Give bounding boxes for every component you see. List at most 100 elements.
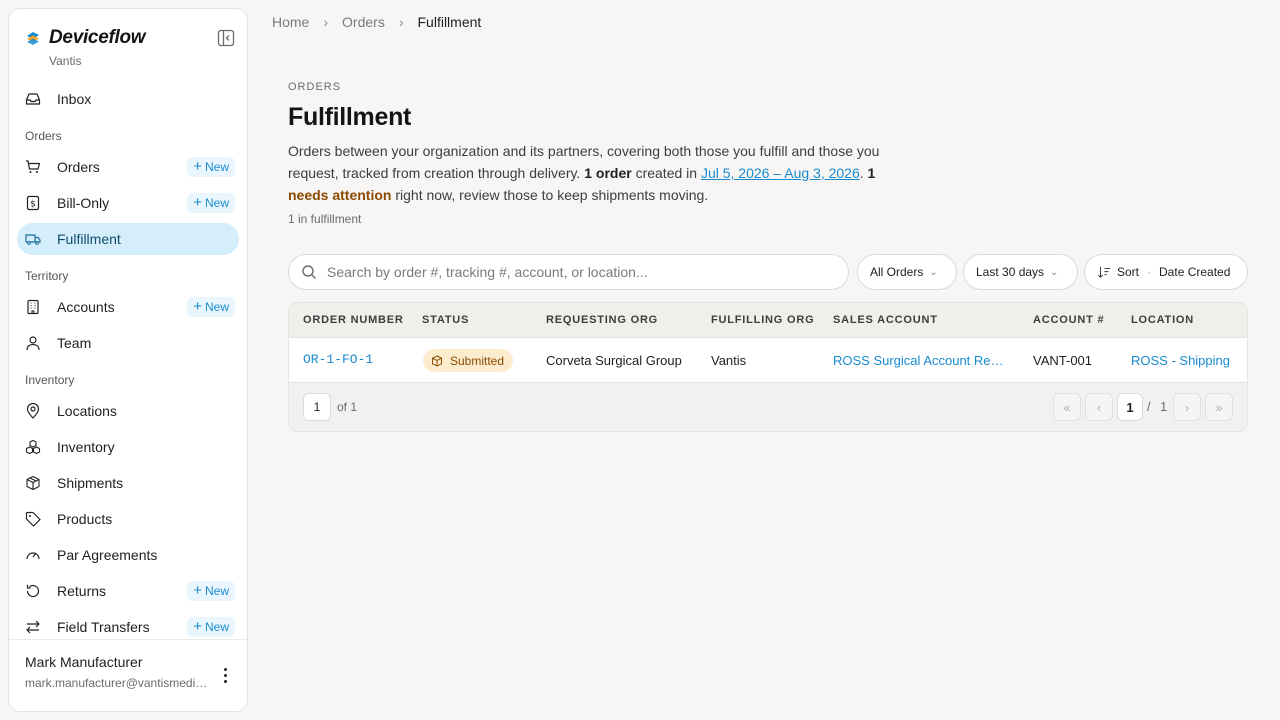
sidebar-item-orders[interactable]: Orders + New: [17, 151, 239, 183]
next-page-button[interactable]: ›: [1173, 393, 1201, 421]
scope-filter-dropdown[interactable]: All Orders ⌄: [857, 254, 957, 290]
map-pin-icon: [25, 403, 41, 419]
table-header: ORDER NUMBER STATUS REQUESTING ORG FULFI…: [289, 303, 1247, 338]
desc-text: created in: [631, 165, 701, 181]
plus-icon: +: [193, 158, 202, 175]
brand[interactable]: Deviceflow: [25, 27, 146, 49]
plus-icon: +: [193, 618, 202, 635]
page-description: Orders between your organization and its…: [288, 140, 898, 206]
total-pages: 1: [1160, 399, 1168, 414]
chevron-right-icon: ›: [398, 14, 404, 30]
last-page-button[interactable]: »: [1205, 393, 1233, 421]
column-header-order-number[interactable]: ORDER NUMBER: [303, 314, 404, 326]
new-account-button[interactable]: + New: [187, 297, 235, 317]
sidebar-item-fulfillment[interactable]: Fulfillment: [17, 223, 239, 255]
page-number-input[interactable]: 1: [303, 393, 331, 421]
prev-page-button[interactable]: ‹: [1085, 393, 1113, 421]
user-profile[interactable]: Mark Manufacturer mark.manufacturer@vant…: [9, 639, 247, 711]
sidebar-item-label: Products: [57, 511, 113, 527]
boxes-icon: [25, 439, 41, 455]
sidebar-item-label: Returns: [57, 583, 107, 599]
scope-filter-value: All Orders: [870, 265, 924, 279]
column-header-fulfilling-org[interactable]: FULFILLING ORG: [711, 314, 814, 326]
sidebar-item-locations[interactable]: Locations: [17, 395, 239, 427]
sidebar-item-inbox[interactable]: Inbox: [17, 83, 239, 115]
date-range-dropdown[interactable]: Last 30 days ⌄: [963, 254, 1078, 290]
sidebar-item-returns[interactable]: Returns + New: [17, 575, 239, 607]
sort-label: Sort: [1117, 265, 1140, 279]
sidebar-item-accounts[interactable]: Accounts + New: [17, 291, 239, 323]
gauge-icon: [25, 547, 41, 563]
new-return-button[interactable]: + New: [187, 581, 235, 601]
sidebar-item-label: Fulfillment: [57, 231, 121, 247]
date-range-link[interactable]: Jul 5, 2026 – Aug 3, 2026: [701, 165, 860, 181]
sidebar-item-label: Field Transfers: [57, 619, 150, 635]
new-order-button[interactable]: + New: [187, 157, 235, 177]
column-header-sales-account[interactable]: SALES ACCOUNT: [833, 314, 938, 326]
plus-icon: +: [193, 582, 202, 599]
brand-name: Deviceflow: [49, 27, 146, 48]
desc-text: right now, review those to keep shipment…: [391, 187, 709, 203]
user-icon: [25, 335, 41, 351]
breadcrumb-home[interactable]: Home: [272, 14, 309, 30]
sidebar-item-inventory[interactable]: Inventory: [17, 431, 239, 463]
sort-value: Date Created: [1159, 265, 1231, 279]
column-header-requesting-org[interactable]: REQUESTING ORG: [546, 314, 658, 326]
search-input[interactable]: [327, 264, 807, 280]
sidebar-item-shipments[interactable]: Shipments: [17, 467, 239, 499]
new-label: New: [204, 300, 229, 314]
plus-icon: +: [193, 298, 202, 315]
orders-table: ORDER NUMBER STATUS REQUESTING ORG FULFI…: [288, 302, 1248, 432]
order-number-link[interactable]: OR-1-FO-1: [303, 352, 373, 367]
plus-icon: +: [193, 194, 202, 211]
chevron-down-icon: ⌄: [929, 266, 938, 278]
page-separator: /: [1147, 399, 1151, 414]
truck-icon: [25, 231, 41, 247]
sales-account-link[interactable]: ROSS Surgical Account Request: [833, 353, 1008, 368]
org-name: Vantis: [49, 54, 82, 68]
search-icon: [302, 265, 316, 279]
current-page: 1: [1117, 393, 1143, 421]
sidebar: Deviceflow Vantis Inbox Orders Orders + N…: [8, 8, 248, 712]
location-link[interactable]: ROSS - Shipping: [1131, 353, 1230, 368]
new-label: New: [204, 160, 229, 174]
order-count: 1 order: [584, 165, 632, 181]
rotate-ccw-icon: [25, 583, 41, 599]
inbox-icon: [25, 91, 41, 107]
new-bill-only-button[interactable]: + New: [187, 193, 235, 213]
status-badge: Submitted: [423, 349, 514, 372]
more-vertical-icon[interactable]: [217, 666, 233, 684]
breadcrumb: Home › Orders › Fulfillment: [272, 14, 481, 30]
sidebar-item-label: Orders: [57, 159, 100, 175]
building-icon: [25, 299, 41, 315]
sidebar-item-label: Shipments: [57, 475, 124, 491]
needs-attention-label: needs attention: [288, 187, 392, 203]
pagination: 1 of 1 « ‹ 1 / 1 › »: [289, 383, 1247, 431]
sidebar-item-label: Inventory: [57, 439, 115, 455]
search-box[interactable]: [288, 254, 849, 290]
column-header-account-number[interactable]: ACCOUNT #: [1033, 314, 1104, 326]
breadcrumb-current: Fulfillment: [417, 14, 482, 30]
new-field-transfer-button[interactable]: + New: [187, 617, 235, 637]
sort-dropdown[interactable]: Sort · Date Created: [1084, 254, 1248, 290]
date-range-value: Last 30 days: [976, 265, 1045, 279]
package-icon: [432, 354, 442, 367]
sidebar-item-team[interactable]: Team: [17, 327, 239, 359]
sidebar-item-bill-only[interactable]: $ Bill-Only + New: [17, 187, 239, 219]
page-eyebrow: ORDERS: [288, 81, 342, 93]
page-title: Fulfillment: [288, 103, 412, 131]
section-label-orders: Orders: [25, 129, 62, 143]
fulfillment-count: 1 in fulfillment: [288, 212, 362, 226]
desc-text: .: [859, 165, 868, 181]
table-row[interactable]: OR-1-FO-1 Submitted Corveta Surgical Gro…: [289, 338, 1247, 383]
sidebar-item-par-agreements[interactable]: Par Agreements: [17, 539, 239, 571]
package-icon: [25, 475, 41, 491]
sidebar-item-label: Accounts: [57, 299, 115, 315]
breadcrumb-orders[interactable]: Orders: [342, 14, 385, 30]
column-header-location[interactable]: LOCATION: [1131, 314, 1194, 326]
first-page-button[interactable]: «: [1053, 393, 1081, 421]
receipt-dollar-icon: $: [25, 195, 41, 211]
sidebar-item-products[interactable]: Products: [17, 503, 239, 535]
collapse-sidebar-icon[interactable]: [217, 29, 235, 47]
column-header-status[interactable]: STATUS: [422, 314, 469, 326]
